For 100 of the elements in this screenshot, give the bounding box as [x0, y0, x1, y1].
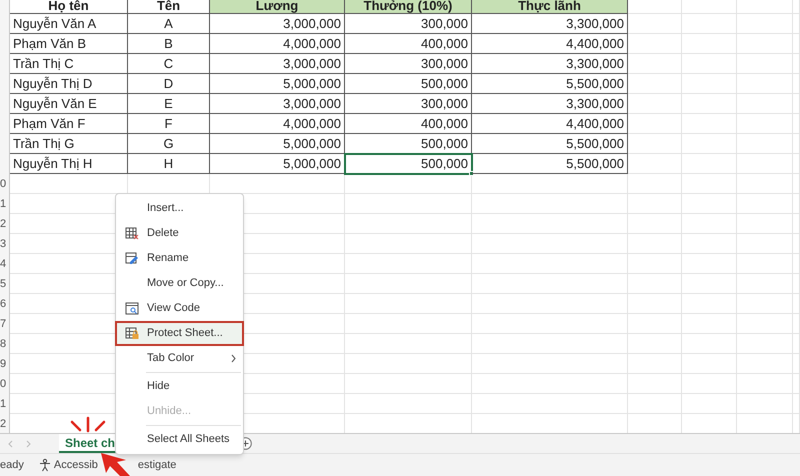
row-header[interactable]: 5: [0, 274, 10, 294]
menu-item[interactable]: Protect Sheet...: [115, 321, 244, 346]
fill-handle[interactable]: [469, 171, 474, 176]
table-cell: Nguyễn Thị D: [10, 74, 128, 94]
table-cell: 500,000: [345, 74, 472, 94]
menu-item[interactable]: Rename: [115, 246, 244, 271]
grid-cell: [628, 314, 682, 334]
grid-cell: [737, 294, 793, 314]
grid-cell: [682, 254, 737, 274]
grid-cell: [737, 194, 793, 214]
code-window-icon: [125, 302, 139, 315]
grid-cell: [628, 54, 682, 74]
table-edit-icon: [125, 252, 139, 265]
grid-cell: [682, 154, 737, 174]
grid-cell: [628, 294, 682, 314]
table-cell: 4,000,000: [210, 114, 345, 134]
table-cell: Nguyễn Thị H: [10, 154, 128, 174]
table-cell: 3,000,000: [210, 14, 345, 34]
grid-cell: [682, 74, 737, 94]
row-header[interactable]: 7: [0, 314, 10, 334]
row-header[interactable]: 1: [0, 194, 10, 214]
table-cell: B: [128, 34, 210, 54]
grid-cell: [628, 154, 682, 174]
grid-cell: [737, 374, 793, 394]
grid-cell: [737, 14, 793, 34]
table-cell: Trần Thị C: [10, 54, 128, 74]
grid-cell: [682, 134, 737, 154]
table-cell: 3,300,000: [472, 94, 628, 114]
row-header[interactable]: 1: [0, 394, 10, 414]
table-cell: 3,000,000: [210, 94, 345, 114]
scroll-right-icon[interactable]: [26, 440, 31, 448]
grid-cell: [737, 234, 793, 254]
grid-cell: [628, 34, 682, 54]
row-header[interactable]: 2: [0, 214, 10, 234]
table-delete-icon: [125, 227, 139, 240]
table-cell: 300,000: [345, 14, 472, 34]
table-cell: 5,000,000: [210, 74, 345, 94]
table-cell: 5,500,000: [472, 74, 628, 94]
row-header[interactable]: 6: [0, 294, 10, 314]
grid-cell: [628, 234, 682, 254]
table-cell: 3,300,000: [472, 54, 628, 74]
grid-cell: [628, 114, 682, 134]
grid-cell: [628, 214, 682, 234]
grid-cell: [682, 354, 737, 374]
table-cell: D: [128, 74, 210, 94]
menu-item[interactable]: Insert...: [115, 196, 244, 221]
grid-cell: [737, 0, 793, 14]
grid-cell: [628, 0, 682, 14]
accessibility-icon[interactable]: [38, 458, 52, 472]
row-header[interactable]: [0, 0, 10, 14]
grid-cell: [737, 134, 793, 154]
row-header[interactable]: 4: [0, 254, 10, 274]
table-cell: 3,000,000: [210, 54, 345, 74]
column-header: Thực lãnh: [472, 0, 628, 14]
accessibility-status[interactable]: Accessib: [54, 456, 98, 474]
menu-item[interactable]: Move or Copy...: [115, 271, 244, 296]
grid-cell: [682, 274, 737, 294]
chevron-right-icon: [231, 354, 236, 363]
column-header: Lương: [210, 0, 345, 14]
grid-cell: [682, 94, 737, 114]
row-header[interactable]: 8: [0, 334, 10, 354]
cursor-arrow-drawing: [101, 453, 131, 476]
grid-cell: [682, 114, 737, 134]
row-header[interactable]: 2: [0, 414, 10, 433]
column-header: Thưởng (10%): [345, 0, 472, 14]
table-cell: 5,500,000: [472, 134, 628, 154]
accessibility-status[interactable]: estigate: [138, 456, 176, 474]
grid-cell: [628, 94, 682, 114]
menu-item[interactable]: Hide: [115, 374, 244, 399]
grid-cell: [628, 374, 682, 394]
grid-cell: [737, 314, 793, 334]
grid-cell: [628, 334, 682, 354]
row-header[interactable]: 0: [0, 174, 10, 194]
grid-cell: [682, 174, 737, 194]
grid-cell: [628, 14, 682, 34]
grid-cell: [628, 274, 682, 294]
table-cell: Nguyễn Văn E: [10, 94, 128, 114]
table-cell: 4,400,000: [472, 34, 628, 54]
grid-cell: [737, 154, 793, 174]
grid-cell: [737, 254, 793, 274]
grid-cell: [682, 234, 737, 254]
table-cell: 500,000: [345, 154, 472, 174]
grid-cell: [628, 174, 682, 194]
menu-item[interactable]: Tab Color: [115, 346, 244, 371]
grid-cell: [737, 74, 793, 94]
scroll-left-icon[interactable]: [8, 440, 13, 448]
row-header[interactable]: 9: [0, 354, 10, 374]
table-cell: 400,000: [345, 34, 472, 54]
grid-cell: [682, 294, 737, 314]
menu-item[interactable]: View Code: [115, 296, 244, 321]
table-cell: 500,000: [345, 134, 472, 154]
table-cell: F: [128, 114, 210, 134]
table-cell: 5,000,000: [210, 154, 345, 174]
menu-item[interactable]: Delete: [115, 221, 244, 246]
grid-cell: [682, 14, 737, 34]
grid-cell: [682, 34, 737, 54]
row-header[interactable]: 3: [0, 234, 10, 254]
grid-cell: [737, 114, 793, 134]
row-header[interactable]: 0: [0, 374, 10, 394]
table-cell: Phạm Văn F: [10, 114, 128, 134]
